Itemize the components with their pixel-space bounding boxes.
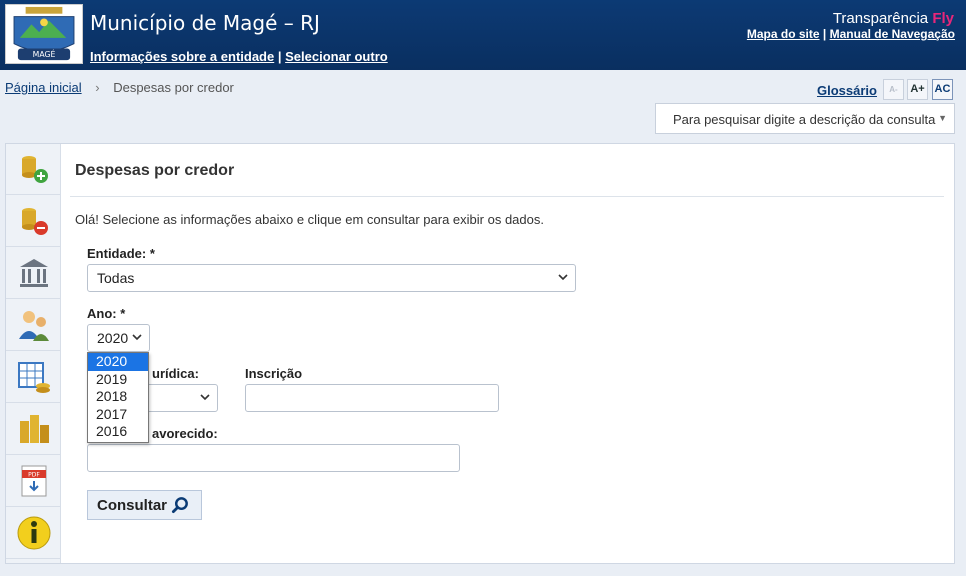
contrast-button[interactable]: AC <box>932 79 953 100</box>
top-links: Mapa do site | Manual de Navegação <box>747 27 955 41</box>
inscricao-input[interactable] <box>245 384 499 412</box>
entidade-label: Entidade: * <box>87 246 155 261</box>
sidebar-item-despesas[interactable] <box>6 196 61 247</box>
coin-stacks-icon <box>19 415 49 443</box>
ano-select-value: 2020 <box>97 330 129 346</box>
site-title: Município de Magé – RJ <box>90 11 320 35</box>
sidebar-item-pessoal[interactable] <box>6 300 61 351</box>
ano-option[interactable]: 2018 <box>88 388 148 406</box>
sidebar: PDF <box>6 144 61 563</box>
divider <box>70 196 944 197</box>
pessoa-label: urídica: <box>152 366 199 381</box>
content-area: Despesas por credor Olá! Selecione as in… <box>62 144 954 563</box>
sidebar-item-entidade[interactable] <box>6 248 61 299</box>
query-search-placeholder: Para pesquisar digite a descrição da con… <box>673 112 936 127</box>
info-icon <box>17 516 50 550</box>
ano-select[interactable]: 2020 <box>87 324 150 352</box>
glossary-link[interactable]: Glossário <box>817 83 877 98</box>
breadcrumb: Página inicial › Despesas por credor <box>5 80 234 95</box>
sidebar-item-contratos[interactable] <box>6 352 61 403</box>
sitemap-link[interactable]: Mapa do site <box>747 27 820 41</box>
entidade-select-value: Todas <box>97 270 135 286</box>
pdf-download-icon: PDF <box>21 465 46 497</box>
site-header: MAGÉ Município de Magé – RJ Informações … <box>0 0 966 70</box>
favorecido-label: avorecido: <box>152 426 218 441</box>
bank-icon <box>19 259 48 287</box>
coins-remove-icon <box>21 208 48 235</box>
ano-option[interactable]: 2016 <box>88 423 148 441</box>
query-search-select[interactable]: Para pesquisar digite a descrição da con… <box>655 103 955 134</box>
consultar-button[interactable]: Consultar <box>87 490 202 520</box>
municipality-logo[interactable]: MAGÉ <box>5 4 83 64</box>
page-title: Despesas por credor <box>75 162 235 179</box>
brand-accent: Fly <box>932 10 954 27</box>
sidebar-item-relatorios[interactable]: PDF <box>6 456 61 507</box>
brand-label: Transparência Fly <box>833 10 954 27</box>
ano-option[interactable]: 2017 <box>88 406 148 424</box>
ano-label: Ano: * <box>87 306 126 321</box>
navigation-manual-link[interactable]: Manual de Navegação <box>830 27 955 41</box>
entity-links: Informações sobre a entidade | Seleciona… <box>90 49 388 64</box>
main-card: PDF Despesas por credor Olá! Selecione a… <box>5 143 955 564</box>
sidebar-item-financeiro[interactable] <box>6 404 61 455</box>
sidebar-item-receitas[interactable] <box>6 144 61 195</box>
intro-text: Olá! Selecione as informações abaixo e c… <box>75 212 544 227</box>
chevron-down-icon <box>132 334 142 341</box>
chevron-down-icon <box>200 394 210 401</box>
svg-text:MAGÉ: MAGÉ <box>33 50 56 59</box>
font-increase-button[interactable]: A+ <box>907 79 928 100</box>
link-separator: | <box>277 49 282 64</box>
consultar-label: Consultar <box>97 497 168 514</box>
ano-dropdown-list: 2020 2019 2018 2017 2016 <box>87 352 149 443</box>
search-icon <box>171 497 188 514</box>
select-other-link[interactable]: Selecionar outro <box>285 49 388 64</box>
svg-text:PDF: PDF <box>28 472 40 479</box>
caret-down-icon: ▼ <box>938 113 947 123</box>
people-icon <box>18 311 49 341</box>
favorecido-input[interactable] <box>87 444 460 472</box>
breadcrumb-current: Despesas por credor <box>113 80 234 95</box>
inscricao-label: Inscrição <box>245 366 303 381</box>
chevron-down-icon <box>558 274 568 281</box>
breadcrumb-separator: › <box>95 80 100 95</box>
entity-info-link[interactable]: Informações sobre a entidade <box>90 49 274 64</box>
ano-option[interactable]: 2020 <box>88 353 148 371</box>
coins-add-icon <box>21 156 48 183</box>
top-link-separator: | <box>822 27 827 41</box>
sidebar-item-informacoes[interactable] <box>6 508 61 559</box>
entidade-select[interactable]: Todas <box>87 264 576 292</box>
ano-option[interactable]: 2019 <box>88 371 148 389</box>
font-decrease-button[interactable]: A- <box>883 79 904 100</box>
spreadsheet-coins-icon <box>17 362 50 393</box>
breadcrumb-home[interactable]: Página inicial <box>5 80 82 95</box>
brand-name: Transparência <box>832 10 929 27</box>
